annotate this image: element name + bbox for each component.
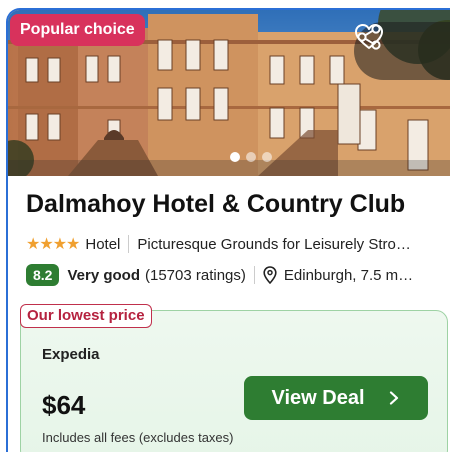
fees-note: Includes all fees (excludes taxes) (42, 430, 234, 445)
deal-provider: Expedia (42, 346, 100, 363)
star-rating-icons: ★★★★ (26, 236, 80, 253)
view-deal-label: View Deal (271, 386, 365, 409)
hero-actions-pill (354, 22, 450, 80)
hotel-card[interactable]: Popular choice Dalmahoy Hotel & Country … (6, 8, 450, 452)
carousel-dot[interactable] (230, 152, 240, 162)
carousel-dot[interactable] (262, 152, 272, 162)
popular-choice-badge: Popular choice (10, 14, 145, 46)
hotel-tagline: Picturesque Grounds for Leisurely Stro… (137, 235, 411, 253)
review-score-badge: 8.2 (26, 264, 60, 286)
deal-price: $64 (42, 390, 86, 420)
ratings-count: (15703 ratings) (145, 266, 246, 284)
hotel-type: Hotel (85, 235, 121, 253)
carousel-dots[interactable] (230, 152, 272, 162)
carousel-dot[interactable] (246, 152, 256, 162)
divider (253, 266, 255, 284)
hotel-photo[interactable]: Popular choice (8, 10, 450, 176)
view-deal-button[interactable]: View Deal (244, 376, 428, 420)
divider (128, 235, 130, 253)
location-text: Edinburgh, 7.5 m… (283, 266, 414, 284)
location-pin-icon (263, 266, 277, 284)
lowest-price-tag: Our lowest price (20, 304, 152, 328)
rating-row[interactable]: 8.2 Very good (15703 ratings) Edinburgh,… (26, 262, 450, 288)
hotel-name[interactable]: Dalmahoy Hotel & Country Club (26, 190, 405, 219)
heart-icon[interactable] (354, 22, 384, 52)
chevron-right-icon (389, 391, 398, 405)
hotel-meta-row: ★★★★ Hotel Picturesque Grounds for Leisu… (26, 232, 450, 256)
rating-word: Very good (67, 266, 140, 284)
